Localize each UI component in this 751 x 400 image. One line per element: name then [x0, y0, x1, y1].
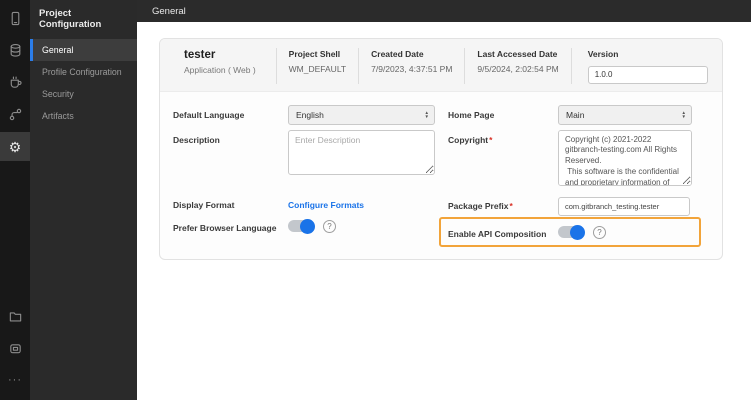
- project-name: tester: [184, 49, 216, 61]
- flow-icon[interactable]: [0, 100, 30, 129]
- settings-form: Default Language English ▲ ▼ Description…: [160, 92, 722, 259]
- project-identity: tester Application ( Web ): [160, 48, 276, 84]
- package-prefix-input[interactable]: [558, 196, 690, 216]
- form-column-left: Default Language English ▲ ▼ Description…: [173, 104, 435, 247]
- required-asterisk: *: [509, 200, 513, 211]
- description-label: Description: [173, 134, 220, 145]
- help-icon[interactable]: ?: [593, 225, 606, 239]
- select-arrows-icon: ▲ ▼: [424, 109, 429, 119]
- more-icon[interactable]: ···: [0, 366, 30, 395]
- page-header: General: [137, 0, 751, 22]
- home-page-label: Home Page: [448, 109, 495, 120]
- project-info-strip: tester Application ( Web ) Project Shell…: [160, 39, 722, 92]
- project-settings-card: tester Application ( Web ) Project Shell…: [159, 38, 723, 260]
- required-asterisk: *: [489, 134, 493, 145]
- icon-rail: ⚙ ···: [0, 0, 30, 400]
- select-arrows-icon: ▲ ▼: [681, 109, 686, 119]
- last-accessed-label: Last Accessed Date: [477, 49, 558, 59]
- sidebar-item-security[interactable]: Security: [30, 83, 137, 105]
- sidebar-item-artifacts[interactable]: Artifacts: [30, 105, 137, 127]
- icon-rail-bottom: ···: [0, 302, 30, 400]
- sidebar-item-general[interactable]: General: [30, 39, 137, 61]
- home-page-value: Main: [566, 109, 585, 120]
- sidebar-title: Project Configuration: [39, 8, 102, 30]
- project-shell-label: Project Shell: [288, 49, 341, 59]
- project-shell-field: Project Shell WM_DEFAULT: [275, 48, 358, 84]
- created-date-field: Created Date 7/9/2023, 4:37:51 PM: [358, 48, 464, 84]
- project-type: Application ( Web ): [184, 65, 256, 75]
- version-field: Version: [570, 48, 720, 84]
- page-title: General: [152, 5, 186, 17]
- folder-icon[interactable]: [0, 302, 30, 331]
- description-row: Description: [173, 129, 435, 180]
- version-label: Version: [587, 49, 619, 59]
- package-prefix-label: Package Prefix*: [448, 200, 513, 211]
- home-page-select[interactable]: Main ▲ ▼: [558, 104, 692, 125]
- copyright-label: Copyright*: [448, 134, 493, 145]
- enable-api-composition-row: Enable API Composition ?: [448, 224, 692, 240]
- home-page-row: Home Page Main ▲ ▼: [448, 104, 692, 125]
- help-icon[interactable]: ?: [323, 219, 336, 233]
- prefer-browser-language-label: Prefer Browser Language: [173, 222, 277, 233]
- sidebar-item-profile-configuration[interactable]: Profile Configuration: [30, 61, 137, 83]
- settings-glyph: ⚙: [8, 138, 22, 155]
- prefer-browser-language-toggle[interactable]: [288, 218, 315, 234]
- default-language-label: Default Language: [173, 109, 245, 120]
- enable-api-composition-label: Enable API Composition: [448, 228, 547, 239]
- last-accessed-value: 9/5/2024, 2:02:54 PM: [477, 64, 559, 74]
- display-format-row: Display Format Configure Formats: [173, 195, 435, 213]
- icon-rail-top: ⚙: [0, 0, 30, 164]
- default-language-value: English: [296, 109, 324, 120]
- app-window: ⚙ ··· Project Configuration General Prof…: [0, 0, 751, 400]
- toggle-knob: [570, 224, 585, 240]
- copyright-row: Copyright* Copyright (c) 2021-2022 gitbr…: [448, 129, 692, 191]
- main-area: General tester Application ( Web ) Proje…: [137, 0, 751, 400]
- copyright-textarea[interactable]: Copyright (c) 2021-2022 gitbranch-testin…: [558, 129, 692, 186]
- toggle-knob: [300, 218, 315, 234]
- more-glyph: ···: [8, 374, 22, 386]
- coffee-icon[interactable]: [0, 68, 30, 97]
- last-accessed-field: Last Accessed Date 9/5/2024, 2:02:54 PM: [464, 48, 570, 84]
- version-input[interactable]: [587, 65, 708, 84]
- content-area: tester Application ( Web ) Project Shell…: [137, 22, 751, 260]
- description-textarea[interactable]: [288, 129, 435, 175]
- default-language-select[interactable]: English ▲ ▼: [288, 104, 435, 125]
- form-column-right: Home Page Main ▲ ▼ Copyright* Copyright …: [439, 104, 701, 247]
- configure-formats-link[interactable]: Configure Formats: [288, 195, 364, 210]
- default-language-row: Default Language English ▲ ▼: [173, 104, 435, 125]
- package-icon[interactable]: [0, 334, 30, 363]
- database-icon[interactable]: [0, 36, 30, 65]
- created-date-label: Created Date: [371, 49, 424, 59]
- package-prefix-row: Package Prefix*: [448, 196, 692, 216]
- created-date-value: 7/9/2023, 4:37:51 PM: [371, 64, 453, 74]
- display-format-label: Display Format: [173, 199, 235, 210]
- api-composition-highlight-box: Enable API Composition ?: [439, 216, 701, 247]
- mobile-icon[interactable]: [0, 4, 30, 33]
- config-sidebar: Project Configuration General Profile Co…: [30, 0, 137, 400]
- settings-icon[interactable]: ⚙: [0, 132, 30, 161]
- prefer-browser-language-row: Prefer Browser Language ?: [173, 218, 435, 234]
- project-shell-value: WM_DEFAULT: [288, 64, 347, 74]
- enable-api-composition-toggle[interactable]: [558, 224, 585, 240]
